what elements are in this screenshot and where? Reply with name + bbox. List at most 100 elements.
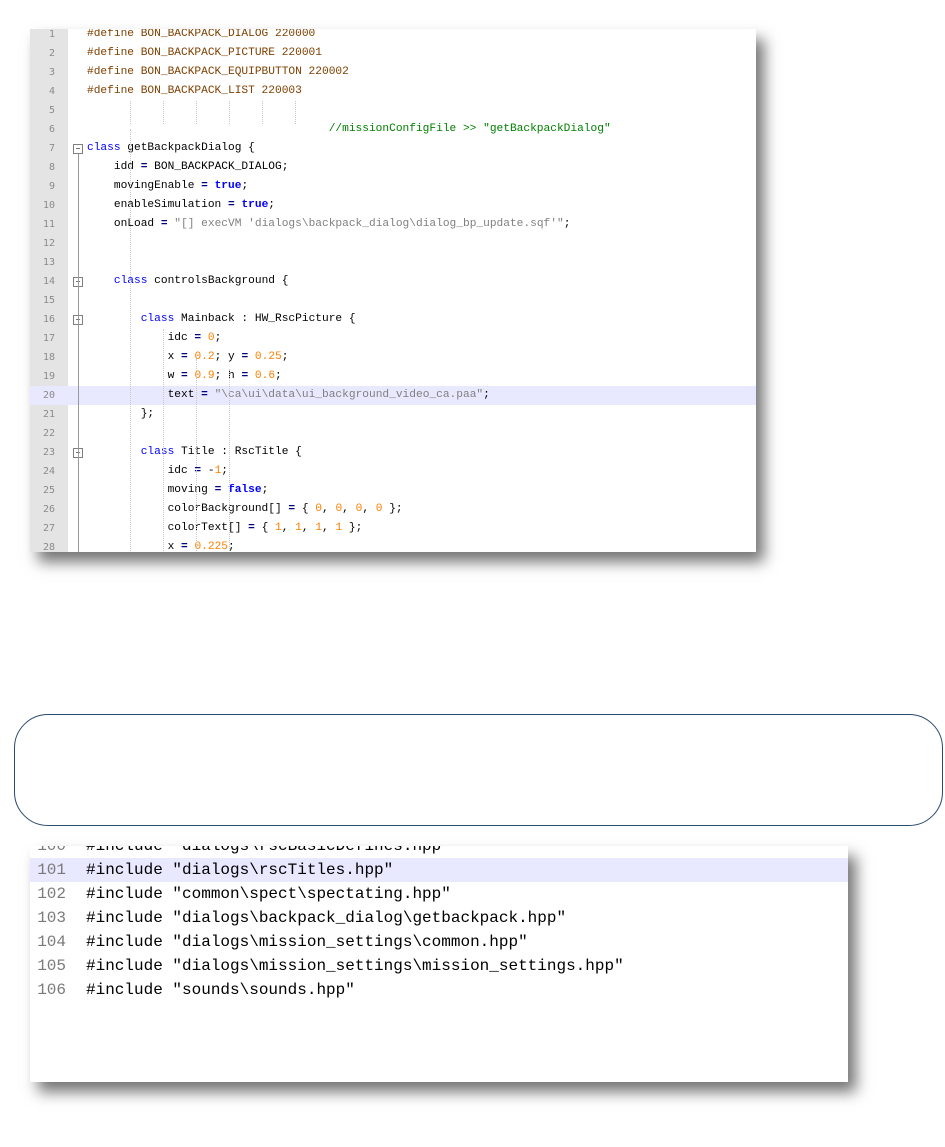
code-text: #include "dialogs\mission_settings\commo… — [86, 933, 528, 951]
indent-guide — [262, 101, 263, 124]
line-number: 15 — [42, 295, 55, 306]
code-text: #define BON_BACKPACK_EQUIPBUTTON 220002 — [87, 66, 349, 78]
code-line: 16 class Mainback : HW_RscPicture { — [30, 310, 756, 329]
code-text: }; — [87, 408, 155, 420]
code-text: #define BON_BACKPACK_DIALOG 220000 — [87, 29, 316, 40]
code-line: 105 #include "dialogs\mission_settings\mi… — [30, 954, 848, 978]
code-line: 101 #include "dialogs\rscTitles.hpp" — [30, 858, 848, 882]
code-line: 28 x = 0.225; — [30, 538, 756, 552]
code-line: 23 class Title : RscTitle { — [30, 443, 756, 462]
code-line: 8 idd = BON_BACKPACK_DIALOG; — [30, 158, 756, 177]
code-text: onLoad = "[] execVM 'dialogs\backpack_di… — [87, 218, 571, 230]
line-number: 4 — [48, 86, 55, 97]
line-number: 26 — [42, 504, 55, 515]
code-line: 11 onLoad = "[] execVM 'dialogs\backpack… — [30, 215, 756, 234]
line-number: 1 — [48, 29, 55, 40]
code-line: 104 #include "dialogs\mission_settings\co… — [30, 930, 848, 954]
line-number: 2 — [48, 48, 55, 59]
line-number: 6 — [48, 124, 55, 135]
code-line: 1 #define BON_BACKPACK_DIALOG 220000 — [30, 29, 756, 44]
indent-guide — [196, 359, 197, 552]
line-number: 21 — [42, 409, 55, 420]
line-number: 17 — [42, 333, 55, 344]
code-line: 106 #include "sounds\sounds.hpp" — [30, 978, 848, 1002]
code-text: idc = 0; — [87, 332, 222, 344]
line-number: 3 — [48, 67, 55, 78]
code-text: x = 0.225; — [87, 541, 235, 552]
line-number: 105 — [37, 957, 66, 975]
line-number: 27 — [42, 523, 55, 534]
fold-toggle-icon[interactable]: − — [73, 144, 83, 154]
line-number: 24 — [42, 466, 55, 477]
code-text: #define BON_BACKPACK_LIST 220003 — [87, 85, 302, 97]
code-text: idd = BON_BACKPACK_DIALOG; — [87, 161, 289, 173]
line-number: 16 — [42, 314, 55, 325]
indent-guide — [130, 129, 131, 552]
code-text: colorText[] = { 1, 1, 1, 1 }; — [87, 522, 363, 534]
code-text: colorBackground[] = { 0, 0, 0, 0 }; — [87, 503, 403, 515]
code-text: #include "dialogs\mission_settings\missi… — [86, 957, 624, 975]
code-text: idc = -1; — [87, 465, 229, 477]
indent-guide — [163, 329, 164, 552]
code-text: #define BON_BACKPACK_PICTURE 220001 — [87, 47, 322, 59]
line-number: 104 — [37, 933, 66, 951]
code-line: 18 x = 0.2; y = 0.25; — [30, 348, 756, 367]
line-number: 11 — [42, 219, 55, 230]
code-line: 2 #define BON_BACKPACK_PICTURE 220001 — [30, 44, 756, 63]
code-editor-top: 1 #define BON_BACKPACK_DIALOG 220000 2 #def… — [30, 29, 756, 552]
code-line: 102 #include "common\spect\spectating.hpp… — [30, 882, 848, 906]
line-number: 12 — [42, 238, 55, 249]
code-text: movingEnable = true; — [87, 180, 249, 192]
line-number: 13 — [42, 257, 55, 268]
code-text: text = "\ca\ui\data\ui_background_video_… — [87, 389, 490, 401]
code-text: class controlsBackground { — [113, 275, 289, 287]
code-line: 6 //missionConfigFile >> "getBackpackDia… — [30, 120, 756, 139]
code-text: w = 0.9; h = 0.6; — [87, 370, 282, 382]
line-number: 25 — [42, 485, 55, 496]
indent-guide — [163, 101, 164, 124]
indent-guide — [130, 101, 131, 124]
code-text: #include "sounds\sounds.hpp" — [86, 981, 355, 999]
line-number: 22 — [42, 428, 55, 439]
line-number: 7 — [48, 143, 55, 154]
line-number: 5 — [48, 105, 55, 116]
code-text: moving = false; — [87, 484, 269, 496]
rounded-panel — [14, 714, 943, 826]
code-line: 4 #define BON_BACKPACK_LIST 220003 — [30, 82, 756, 101]
line-number: 102 — [37, 885, 66, 903]
line-number: 10 — [42, 200, 55, 211]
code-line: 7 class getBackpackDialog { — [30, 139, 756, 158]
code-text: #include "dialogs\backpack_dialog\getbac… — [86, 909, 567, 927]
code-line: 25 moving = false; — [30, 481, 756, 500]
indent-guide — [229, 369, 230, 552]
line-number: 19 — [42, 371, 55, 382]
code-line: 17 idc = 0; — [30, 329, 756, 348]
code-text: class getBackpackDialog { — [87, 142, 255, 154]
code-line: 12 — [30, 234, 756, 253]
code-line: 27 colorText[] = { 1, 1, 1, 1 }; — [30, 519, 756, 538]
code-line: 26 colorBackground[] = { 0, 0, 0, 0 }; — [30, 500, 756, 519]
code-line: 5 — [30, 101, 756, 120]
line-number: 106 — [37, 981, 66, 999]
code-line: 19 w = 0.9; h = 0.6; — [30, 367, 756, 386]
line-number: 18 — [42, 352, 55, 363]
line-number: 8 — [48, 162, 55, 173]
indent-guide — [196, 101, 197, 124]
code-editor-bottom: 100 #include "dialogs\rscBasicDefines.hpp… — [30, 846, 848, 1082]
line-number: 20 — [42, 390, 55, 401]
code-line: 9 movingEnable = true; — [30, 177, 756, 196]
line-number: 101 — [37, 861, 66, 879]
code-line: 10 enableSimulation = true; — [30, 196, 756, 215]
code-line: 14 class controlsBackground { — [30, 272, 756, 291]
code-line: 103 #include "dialogs\backpack_dialog\get… — [30, 906, 848, 930]
code-line: 3 #define BON_BACKPACK_EQUIPBUTTON 220002 — [30, 63, 756, 82]
code-text: class Title : RscTitle { — [140, 446, 302, 458]
line-number: 23 — [42, 447, 55, 458]
code-line: 22 — [30, 424, 756, 443]
code-text: #include "dialogs\rscBasicDefines.hpp" — [86, 846, 451, 855]
code-line: 100 #include "dialogs\rscBasicDefines.hpp… — [30, 846, 848, 858]
code-line: 20 text = "\ca\ui\data\ui_background_vid… — [30, 386, 756, 405]
line-number: 103 — [37, 909, 66, 927]
code-line: 24 idc = -1; — [30, 462, 756, 481]
code-text: #include "dialogs\rscTitles.hpp" — [86, 861, 394, 879]
